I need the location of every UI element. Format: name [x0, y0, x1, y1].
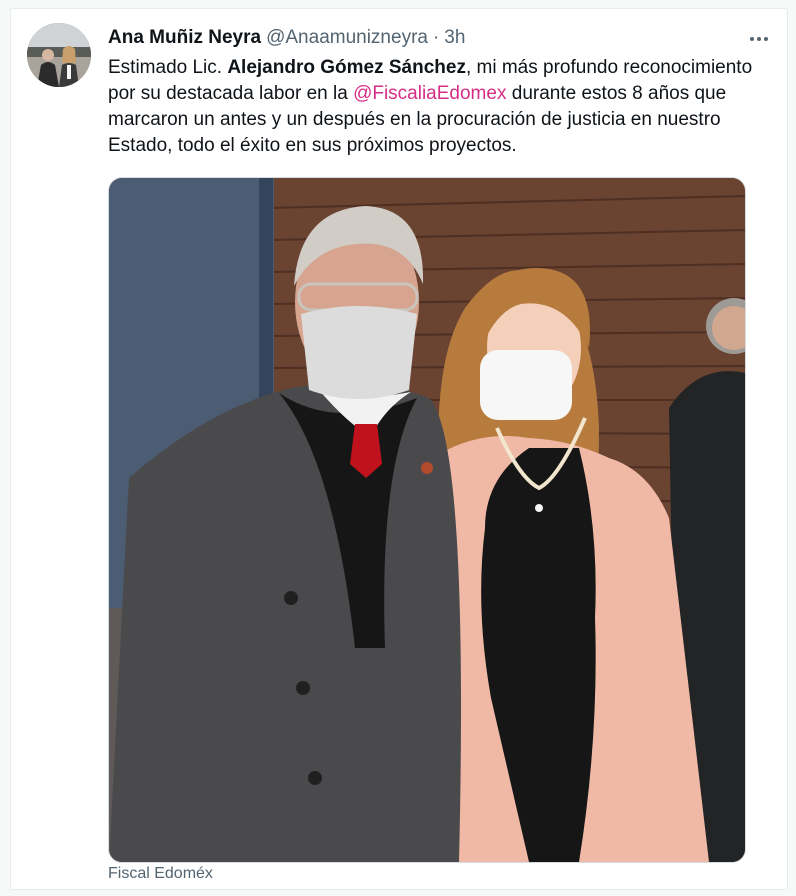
tweet-text: Estimado Lic. Alejandro Gómez Sánchez, m… [108, 55, 758, 159]
more-horizontal-icon-dot [757, 37, 761, 41]
tweet-text-intro: Estimado Lic. [108, 57, 228, 78]
timestamp[interactable]: 3h [444, 27, 465, 49]
tweet-photo[interactable] [108, 177, 746, 863]
more-horizontal-icon-dot [764, 37, 768, 41]
page-background: Ana Muñiz Neyra @Anaamunizneyra · 3h Est… [0, 0, 796, 896]
separator-dot: · [432, 27, 440, 48]
media-caption[interactable]: Fiscal Edoméx [108, 865, 213, 883]
photo-image [109, 178, 745, 862]
mention-link[interactable]: @FiscaliaEdomex [353, 83, 506, 104]
avatar-image [27, 23, 91, 87]
display-name[interactable]: Ana Muñiz Neyra [108, 27, 261, 49]
avatar[interactable] [27, 23, 91, 87]
tweet-card[interactable]: Ana Muñiz Neyra @Anaamunizneyra · 3h Est… [10, 8, 788, 890]
user-handle[interactable]: @Anaamunizneyra [266, 27, 428, 49]
tweet-text-bold-name: Alejandro Gómez Sánchez [227, 57, 466, 78]
tweet-header: Ana Muñiz Neyra @Anaamunizneyra · 3h [108, 27, 465, 53]
more-horizontal-icon [750, 37, 754, 41]
more-options-button[interactable] [743, 27, 775, 51]
